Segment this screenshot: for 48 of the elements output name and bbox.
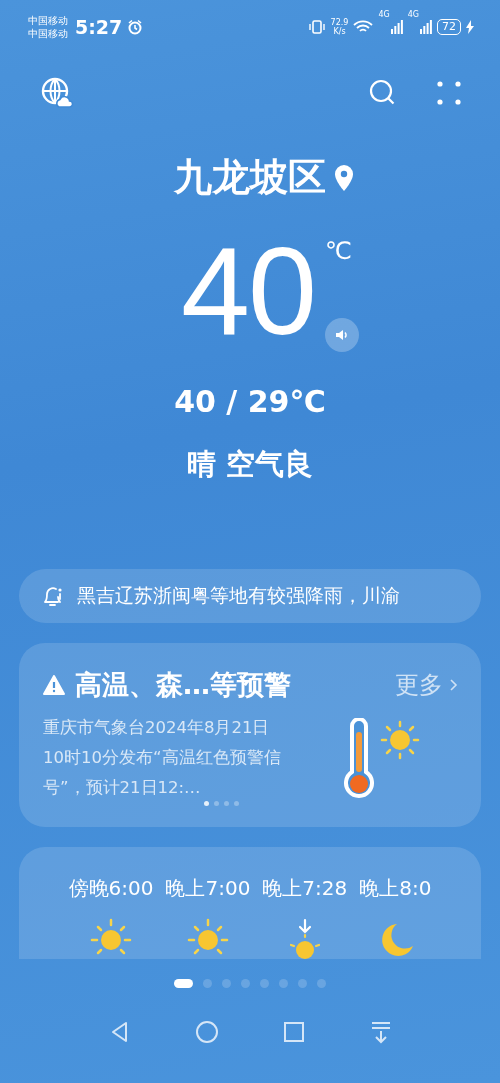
page-indicator-dot[interactable] xyxy=(298,979,307,988)
network-type: 4G xyxy=(407,10,419,19)
hour-time: 晚上7:00 xyxy=(165,875,251,902)
page-indicator-dot[interactable] xyxy=(233,801,239,806)
page-indicator-dot[interactable] xyxy=(203,801,209,806)
vibrate-icon xyxy=(307,20,326,34)
speaker-button[interactable] xyxy=(324,318,359,352)
warning-title: 高温、森…等预警 xyxy=(75,668,291,702)
battery-level: 72 xyxy=(437,19,461,35)
page-indicator-dot[interactable] xyxy=(241,979,250,988)
carrier-label: 中国移动 xyxy=(28,14,68,27)
hour-time: 晚上7:28 xyxy=(262,875,348,902)
signal-icon xyxy=(420,20,432,34)
city-name: 九龙坡区 xyxy=(174,154,326,201)
home-icon[interactable] xyxy=(194,1020,219,1044)
news-banner[interactable]: 黑吉辽苏浙闽粤等地有较强降雨，川渝 xyxy=(19,569,481,623)
recents-icon[interactable] xyxy=(281,1020,306,1044)
speaker-icon xyxy=(333,327,350,343)
current-temperature: 40 xyxy=(181,229,315,354)
carrier-label: 中国移动 xyxy=(28,27,68,40)
speed-value: 72.9 xyxy=(330,18,349,27)
warning-text: 重庆市气象台2024年8月21日10时10分发布“高温红色预警信号”，预计21日12:… xyxy=(43,717,282,799)
page-indicator-dot[interactable] xyxy=(317,979,326,988)
hour-time: 傍晚6:00 xyxy=(68,875,154,902)
page-indicator-dot[interactable] xyxy=(260,979,269,988)
warning-card[interactable]: 高温、森…等预警 更多 重庆市气象台2024年8月21日10时10分发布“高温红色预警信号”，预计21日12:… xyxy=(19,643,481,827)
page-indicator-dot[interactable] xyxy=(203,979,212,988)
globe-cloud-icon[interactable] xyxy=(40,76,74,110)
page-indicator-dot[interactable] xyxy=(223,801,229,806)
page-indicator-dot[interactable] xyxy=(213,801,219,806)
temperature-range: 40 / 29℃ xyxy=(174,384,326,419)
warning-icon xyxy=(43,675,65,695)
more-link[interactable]: 更多 xyxy=(395,669,443,701)
speed-unit: K/s xyxy=(333,27,346,36)
wifi-icon xyxy=(353,20,374,34)
location-pin-icon xyxy=(332,162,356,193)
hour-time: 晚上8:0 xyxy=(359,875,432,902)
alarm-icon xyxy=(127,19,144,35)
menu-icon[interactable] xyxy=(436,80,462,106)
chevron-icon xyxy=(449,677,459,693)
page-indicator-dot[interactable] xyxy=(222,979,231,988)
page-indicator-dot[interactable] xyxy=(279,979,288,988)
clock-time: 5:27 xyxy=(75,16,123,38)
temperature-unit: ℃ xyxy=(324,237,353,265)
news-text: 黑吉辽苏浙闽粤等地有较强降雨，川渝 xyxy=(77,583,400,608)
signal-icon xyxy=(390,20,403,34)
weather-condition: 晴 空气良 xyxy=(186,446,314,483)
network-type: 4G xyxy=(378,10,390,19)
